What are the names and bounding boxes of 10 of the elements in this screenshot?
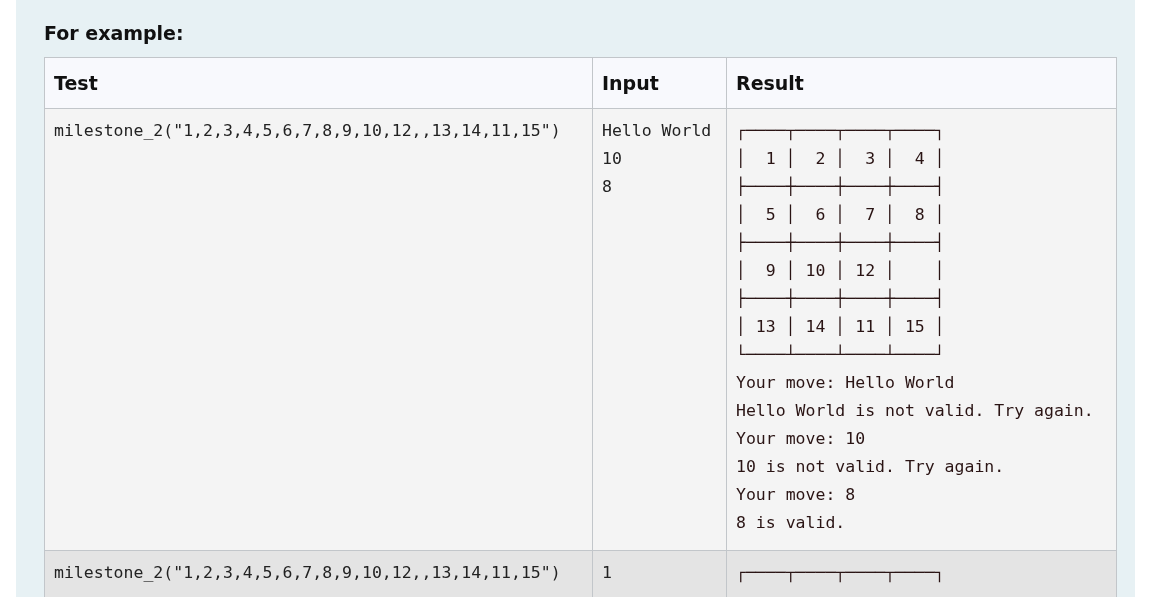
result-output: ┌────┬────┬────┬────┐ │ 1 │ 2 │ 3 │ 4 │ ├────┼────┼────┼────┤ │ 5 │ 6 │ 7 │ 8 │ ├────┼────┼────┼────┤ │ 9 │ 10 │ 12 │ │ ├────┼────┼────┼────┤ │ 13 │ 14 │ 11 │ 15 │ └────┴────┴────┴────┘ Your move: Hello World Hello World is not valid. Try again. Your move: 10 10 is not valid. Try again. Your move: 8 8 is valid. [736,120,1095,534]
input-text: Hello World 10 8 [602,120,713,198]
section-heading: For example: [44,22,185,44]
input-text: 1 [602,562,613,584]
result-output: ┌────┬────┬────┬────┐ [736,562,946,585]
column-header: Input [592,57,727,109]
test-code: milestone_2("1,2,3,4,5,6,7,8,9,10,12,,13,14,11,15") [54,562,562,584]
column-header: Test [44,57,593,109]
test-code: milestone_2("1,2,3,4,5,6,7,8,9,10,12,,13,14,11,15") [54,120,562,142]
column-header: Result [726,57,1117,109]
